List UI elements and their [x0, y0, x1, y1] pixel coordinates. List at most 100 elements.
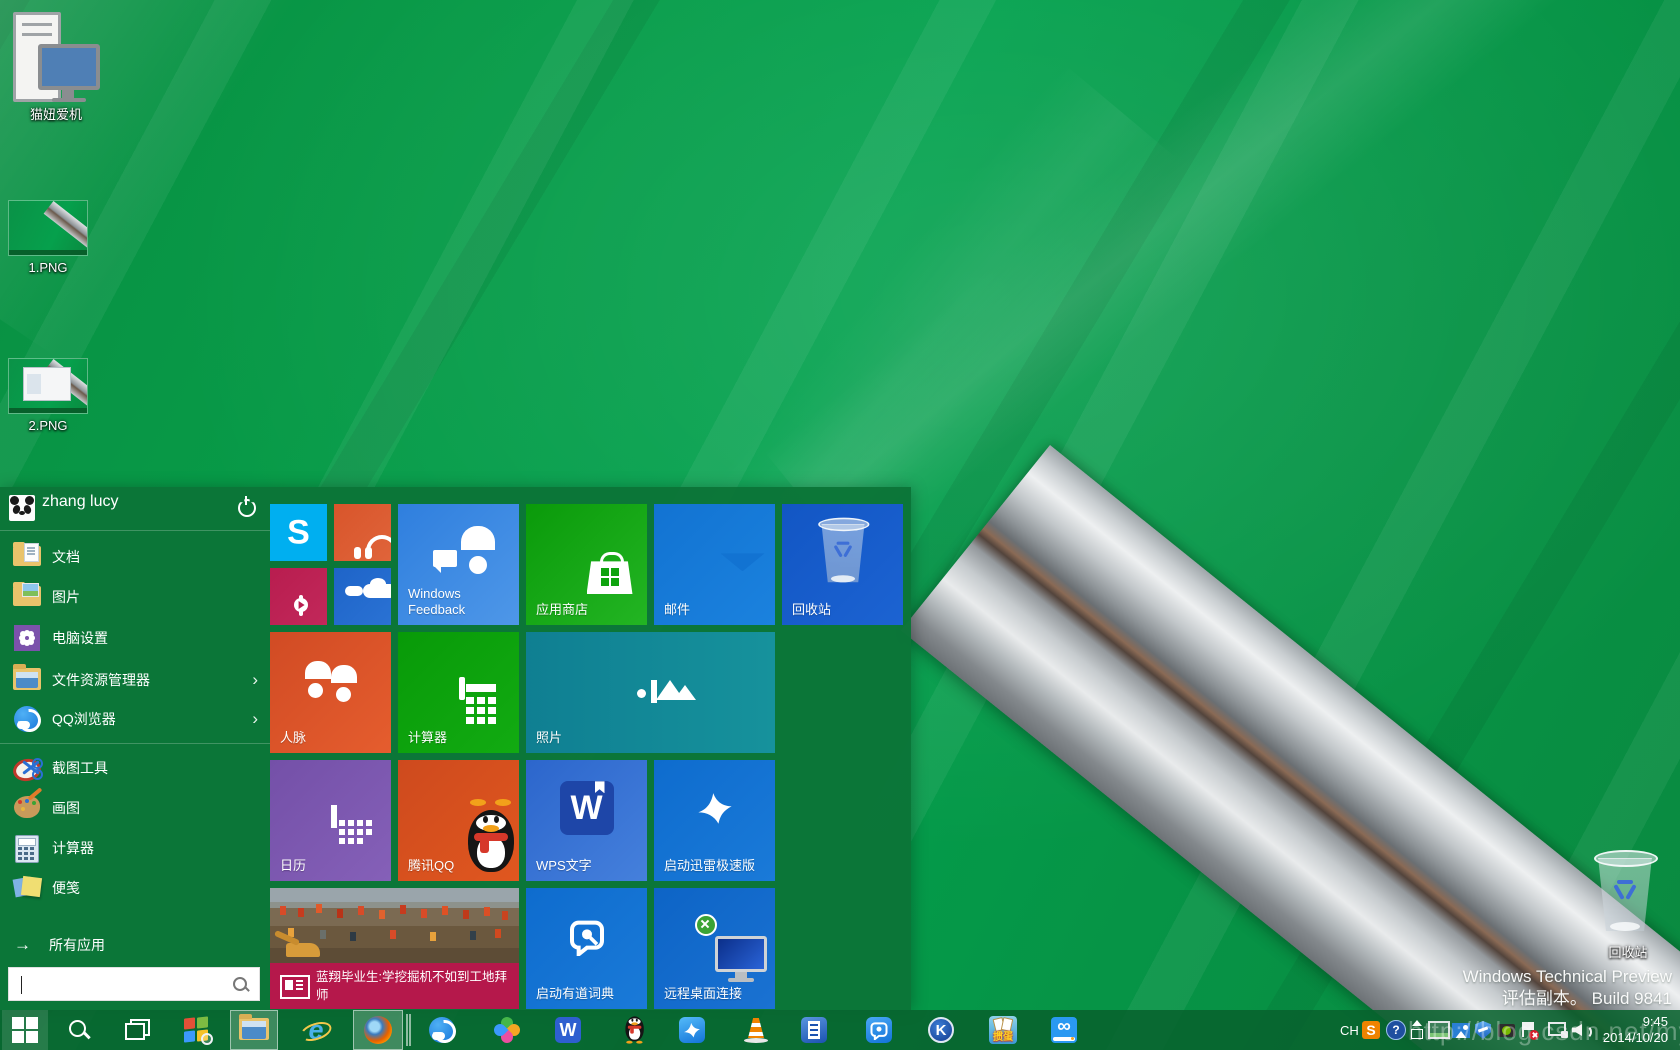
- taskbar-internet-explorer[interactable]: e: [293, 1010, 339, 1050]
- tile-store[interactable]: 应用商店: [526, 504, 647, 625]
- tray-nvidia-icon[interactable]: [1498, 1010, 1515, 1050]
- kmplayer-icon: K: [928, 1017, 954, 1043]
- tile-mail[interactable]: 邮件: [654, 504, 775, 625]
- colored-windows-flag-icon: [184, 1017, 210, 1043]
- taskbar-qq[interactable]: [608, 1010, 654, 1050]
- snipping-tool-icon: [12, 753, 42, 783]
- search-icon: [66, 1017, 92, 1043]
- start-item-file-explorer[interactable]: 文件资源管理器 ›: [0, 660, 270, 700]
- taskbar-baidu-cloud[interactable]: ∞: [1041, 1010, 1087, 1050]
- tile-youdao[interactable]: 启动有道词典: [526, 888, 647, 1009]
- start-item-snipping-tool[interactable]: 截图工具: [0, 748, 270, 788]
- tile-tencent-qq[interactable]: 腾讯QQ: [398, 760, 519, 881]
- calendar-icon: [331, 805, 337, 828]
- start-search-box[interactable]: [8, 967, 260, 1001]
- tile-xunlei[interactable]: 启动迅雷极速版: [654, 760, 775, 881]
- wps-logo-icon: W: [555, 1017, 581, 1043]
- internet-explorer-icon: e: [301, 1016, 331, 1044]
- tile-onedrive[interactable]: [334, 568, 391, 625]
- desktop-icon-1png[interactable]: 1.PNG: [8, 200, 88, 275]
- all-apps-button[interactable]: → 所有应用: [0, 930, 270, 960]
- tile-calculator[interactable]: 计算器: [398, 632, 519, 753]
- start-button[interactable]: [2, 1010, 48, 1050]
- ime-sogou-icon[interactable]: S: [1362, 1010, 1380, 1050]
- qq-penguin-icon: [622, 1016, 640, 1045]
- taskbar-qq-browser[interactable]: [419, 1010, 465, 1050]
- tile-calendar[interactable]: 日历: [270, 760, 391, 881]
- task-view-button[interactable]: [113, 1010, 159, 1050]
- start-item-pictures[interactable]: 图片: [0, 577, 270, 617]
- taskbar-wps[interactable]: W: [545, 1010, 591, 1050]
- tile-music[interactable]: [334, 504, 391, 561]
- qq-browser-icon: [429, 1017, 455, 1043]
- start-item-qq-browser[interactable]: QQ浏览器 ›: [0, 699, 270, 739]
- chevron-right-icon[interactable]: ›: [252, 709, 258, 729]
- help-icon[interactable]: ?: [1386, 1010, 1406, 1050]
- start-item-sticky-notes[interactable]: 便笺: [0, 868, 270, 908]
- calculator-icon: [459, 677, 465, 700]
- news-headline: 蓝翔毕业生:学挖掘机不如到工地拜师: [316, 968, 511, 1004]
- xunlei-bird-icon: [679, 1017, 705, 1043]
- taskbar-search-button[interactable]: [56, 1010, 102, 1050]
- desktop-icon-this-pc[interactable]: 猫妞爱机: [4, 8, 108, 123]
- network-icon[interactable]: [1548, 1010, 1568, 1050]
- language-indicator[interactable]: CH: [1340, 1010, 1359, 1050]
- recycle-arrows-icon: [1612, 878, 1638, 902]
- tile-photos[interactable]: 照片: [526, 632, 775, 753]
- video-play-icon: [299, 595, 303, 616]
- baidu-cloud-icon: ∞: [1051, 1017, 1077, 1043]
- pictures-folder-icon: [12, 582, 42, 612]
- taskbar-firefox[interactable]: [353, 1010, 403, 1050]
- paint-palette-icon: [12, 793, 42, 823]
- tile-skype[interactable]: S: [270, 504, 327, 561]
- tile-windows-feedback[interactable]: Windows Feedback: [398, 504, 519, 625]
- desktop-icon-recycle-bin[interactable]: 回收站: [1588, 848, 1668, 961]
- newspaper-icon: [280, 975, 310, 999]
- taskbar-youdao[interactable]: [856, 1010, 902, 1050]
- youdao-dict-icon: [866, 1017, 892, 1043]
- desktop-icon-label: 回收站: [1588, 942, 1668, 961]
- tile-video[interactable]: [270, 568, 327, 625]
- chevron-right-icon[interactable]: ›: [252, 670, 258, 690]
- tray-photo-icon[interactable]: [1452, 1010, 1470, 1050]
- desktop-icon-label: 1.PNG: [8, 260, 88, 275]
- taskbar-clock[interactable]: 9:45 2014/10/20: [1603, 1014, 1668, 1047]
- start-item-paint[interactable]: 画图: [0, 788, 270, 828]
- power-button[interactable]: [236, 496, 256, 516]
- task-view-icon: [123, 1017, 149, 1043]
- start-item-pc-settings[interactable]: 电脑设置: [0, 618, 270, 658]
- action-center-flag-icon[interactable]: [1521, 1010, 1537, 1050]
- file-explorer-icon: [12, 665, 42, 695]
- tile-remote-desktop[interactable]: 远程桌面连接: [654, 888, 775, 1009]
- taskbar: e W K: [0, 1010, 1680, 1050]
- taskbar-xunlei[interactable]: [669, 1010, 715, 1050]
- desktop-icon-label: 2.PNG: [8, 418, 88, 433]
- tile-recycle-bin[interactable]: 回收站: [782, 504, 903, 625]
- taskbar-clover-app[interactable]: [484, 1010, 530, 1050]
- tile-news[interactable]: 蓝翔毕业生:学挖掘机不如到工地拜师: [270, 888, 519, 1009]
- taskbar-game[interactable]: 掼蛋: [980, 1010, 1026, 1050]
- start-item-calculator[interactable]: 计算器: [0, 828, 270, 868]
- taskbar-vlc[interactable]: [733, 1010, 779, 1050]
- recycle-bin-icon: [813, 516, 872, 588]
- search-icon: [233, 977, 249, 993]
- taskbar-kmplayer[interactable]: K: [918, 1010, 964, 1050]
- taskbar-file-explorer[interactable]: [230, 1010, 278, 1050]
- tile-wps[interactable]: W WPS文字: [526, 760, 647, 881]
- taskbar-win-search-app[interactable]: [174, 1010, 220, 1050]
- computer-icon: [4, 8, 108, 100]
- tile-people[interactable]: 人脉: [270, 632, 391, 753]
- documents-folder-icon: [12, 542, 42, 572]
- show-hidden-icons-button[interactable]: [1410, 1010, 1424, 1050]
- start-item-documents[interactable]: 文档: [0, 537, 270, 577]
- settings-gear-icon: [12, 623, 42, 653]
- search-input[interactable]: [19, 971, 223, 999]
- tray-shield-icon[interactable]: [1475, 1010, 1491, 1050]
- taskbar-video-player[interactable]: [791, 1010, 837, 1050]
- tray-window-icon[interactable]: [1428, 1010, 1450, 1050]
- user-name[interactable]: zhang lucy: [42, 493, 119, 511]
- desktop-icon-2png[interactable]: 2.PNG: [8, 358, 88, 433]
- build-watermark-line2: 评估副本。 Build 9841: [1463, 988, 1672, 1010]
- user-avatar[interactable]: [9, 495, 35, 521]
- volume-icon[interactable]: [1572, 1010, 1592, 1050]
